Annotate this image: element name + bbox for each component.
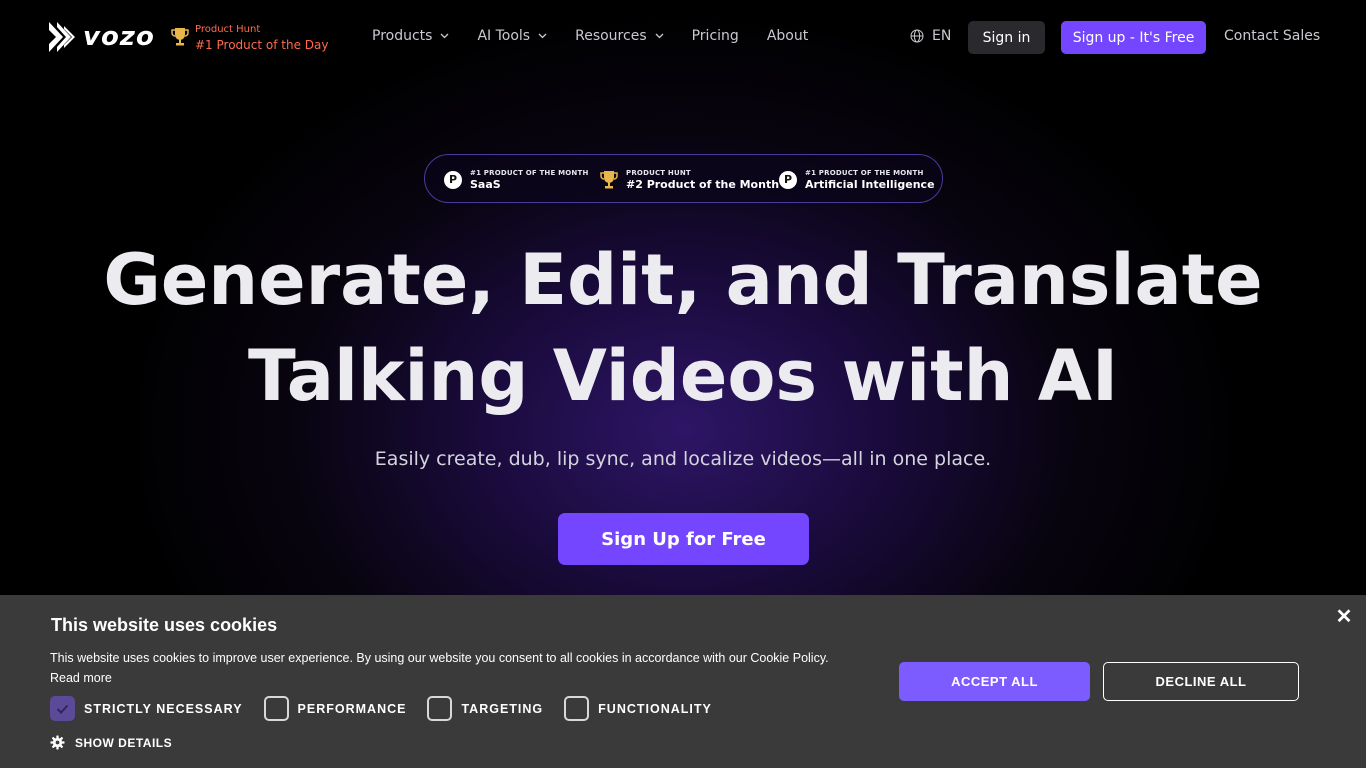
sign-up-button[interactable]: Sign up - It's Free (1061, 21, 1206, 54)
show-details-toggle[interactable]: SHOW DETAILS (50, 735, 172, 750)
menu-item-label: AI Tools (477, 28, 531, 44)
checkbox-checked[interactable] (50, 696, 75, 721)
checkbox-label: PERFORMANCE (297, 701, 407, 716)
product-hunt-p-icon: P (779, 170, 797, 189)
language-selector[interactable]: EN (910, 28, 951, 44)
cookie-text: This website uses cookies to improve use… (50, 651, 829, 665)
award-caption: #1 PRODUCT OF THE MONTH (805, 168, 924, 177)
menu-item-about[interactable]: About (767, 28, 808, 44)
award-saas: P #1 PRODUCT OF THE MONTH SaaS (444, 155, 589, 204)
menu-item-label: Products (372, 28, 433, 44)
checkbox-strictly-necessary[interactable]: STRICTLY NECESSARY (50, 696, 243, 721)
checkbox-label: FUNCTIONALITY (598, 701, 712, 716)
product-hunt-label: Product Hunt (195, 24, 261, 35)
decline-all-button[interactable]: DECLINE ALL (1103, 662, 1299, 701)
checkbox-functionality[interactable]: FUNCTIONALITY (564, 696, 712, 721)
trophy-icon (171, 28, 189, 46)
award-ai: P #1 PRODUCT OF THE MONTH Artificial Int… (779, 155, 935, 204)
trophy-icon (600, 170, 618, 188)
award-title: #2 Product of the Month (626, 177, 780, 191)
hero-subtitle: Easily create, dub, lip sync, and locali… (374, 448, 992, 470)
hero-title-line-2: Talking Videos with AI (247, 335, 1118, 417)
menu-item-label: About (766, 28, 809, 44)
gear-icon (50, 735, 65, 750)
hero-title: Generate, Edit, and Translate Talking Vi… (0, 232, 1366, 424)
sign-in-button[interactable]: Sign in (968, 21, 1045, 54)
award-caption: #1 PRODUCT OF THE MONTH (470, 168, 589, 177)
menu-item-products[interactable]: Products (372, 28, 449, 44)
language-label: EN (932, 28, 952, 44)
awards-banner: P #1 PRODUCT OF THE MONTH SaaS PRODUCT H… (424, 154, 943, 203)
globe-icon (910, 29, 924, 43)
cookie-description: This website uses cookies to improve use… (50, 648, 870, 688)
checkbox-performance[interactable]: PERFORMANCE (263, 696, 407, 721)
vozo-logo-icon (49, 22, 75, 52)
show-details-label: SHOW DETAILS (75, 735, 173, 750)
read-more-link[interactable]: Read more (50, 668, 870, 688)
checkbox-label: STRICTLY NECESSARY (84, 701, 243, 716)
award-product-hunt: PRODUCT HUNT #2 Product of the Month (600, 155, 779, 204)
close-icon[interactable]: ✕ (1334, 607, 1354, 627)
chevron-down-icon (655, 33, 664, 39)
checkbox-unchecked[interactable] (263, 696, 289, 721)
vozo-logo[interactable]: vozo (47, 20, 155, 54)
menu-item-resources[interactable]: Resources (575, 28, 664, 44)
checkbox-targeting[interactable]: TARGETING (427, 696, 543, 721)
product-of-day-label: #1 Product of the Day (195, 38, 329, 52)
contact-sales-link[interactable]: Contact Sales (1224, 28, 1320, 44)
award-title: Artificial Intelligence (805, 177, 935, 191)
menu-item-label: Pricing (691, 28, 739, 44)
menu-item-label: Resources (575, 28, 647, 44)
checkbox-label: TARGETING (461, 701, 544, 716)
hero-title-line-1: Generate, Edit, and Translate (103, 239, 1263, 321)
product-hunt-p-icon: P (444, 170, 462, 189)
cookie-banner: This website uses cookies ✕ This website… (0, 595, 1366, 768)
menu-item-ai-tools[interactable]: AI Tools (477, 28, 547, 44)
chevron-down-icon (440, 33, 449, 39)
main-menu: Products AI Tools Resources Pricing Abou… (372, 28, 836, 44)
chevron-down-icon (538, 33, 547, 39)
cookie-title: This website uses cookies (51, 615, 278, 635)
menu-item-pricing[interactable]: Pricing (692, 28, 739, 44)
top-navigation: vozo Product Hunt #1 Product of the Day … (0, 0, 1366, 74)
award-title: SaaS (470, 177, 501, 191)
sign-up-free-button[interactable]: Sign Up for Free (558, 513, 809, 565)
logo-text: vozo (83, 22, 155, 52)
award-caption: PRODUCT HUNT (626, 168, 691, 177)
checkbox-unchecked[interactable] (427, 696, 453, 721)
checkbox-unchecked[interactable] (564, 696, 590, 721)
cookie-categories: STRICTLY NECESSARY PERFORMANCE TARGETING… (50, 696, 733, 721)
check-icon (56, 704, 69, 714)
accept-all-button[interactable]: ACCEPT ALL (899, 662, 1090, 701)
product-hunt-badge[interactable]: Product Hunt #1 Product of the Day (171, 24, 328, 54)
